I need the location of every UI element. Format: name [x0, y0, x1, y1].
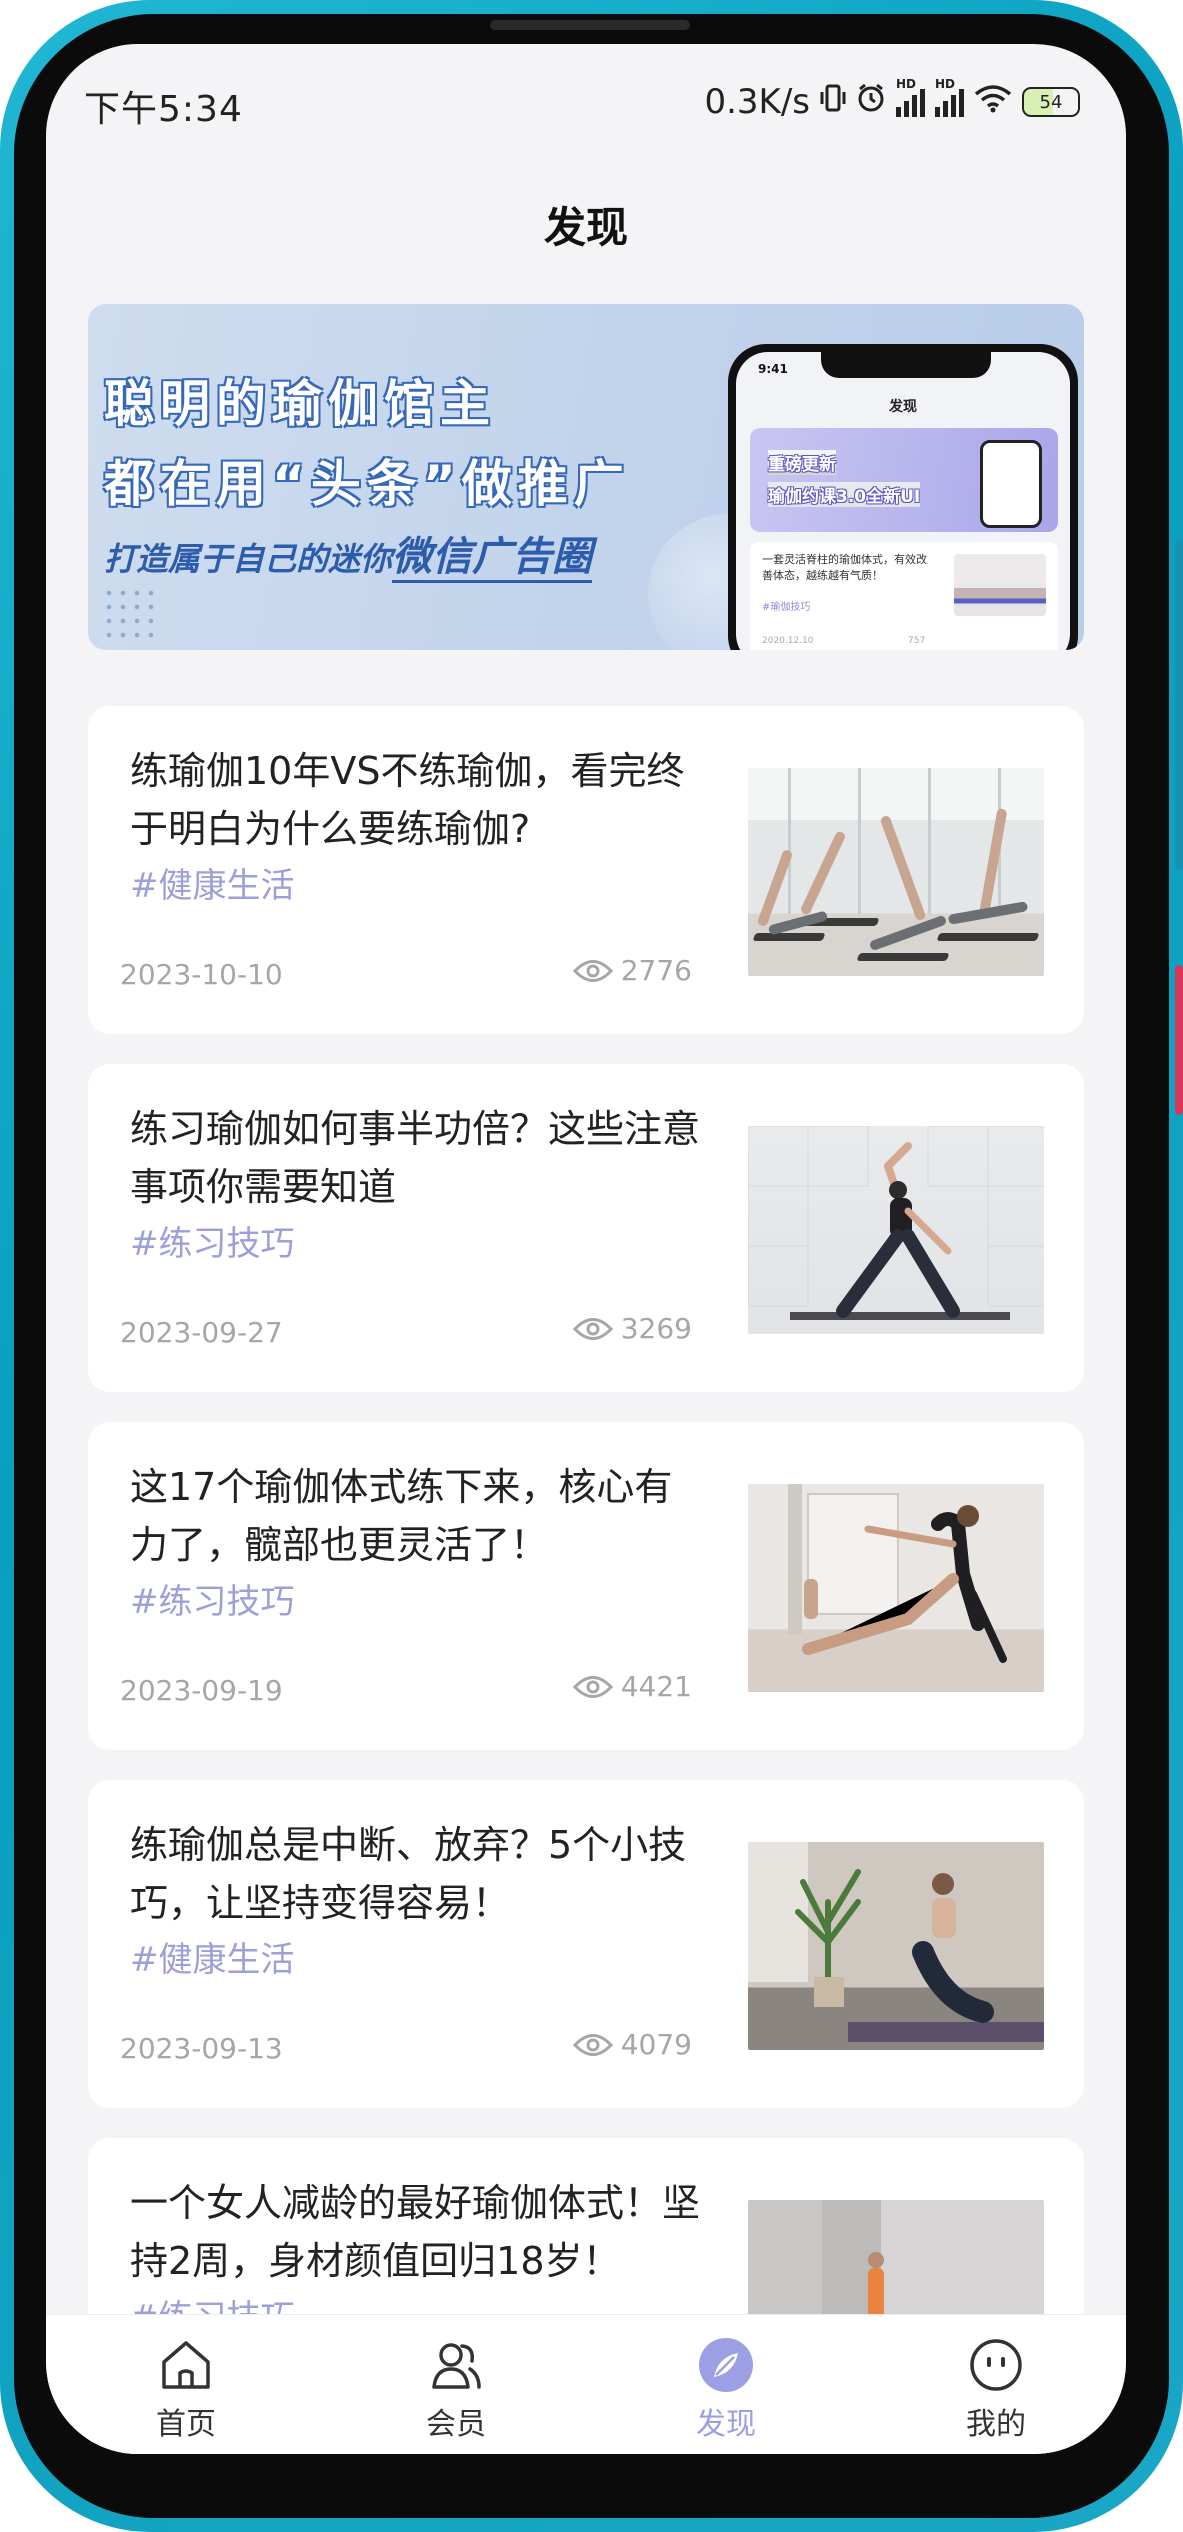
battery-icon: 54	[1022, 87, 1080, 117]
tab-discover[interactable]: 发现	[646, 2335, 806, 2443]
article-card[interactable]: 练瑜伽总是中断、放弃？5个小技巧，让坚持变得容易！ #健康生活 2023-09-…	[88, 1780, 1084, 2108]
profile-icon	[970, 2339, 1022, 2391]
mockup-notch	[821, 352, 991, 378]
volume-button	[1175, 540, 1183, 870]
tab-members[interactable]: 会员	[376, 2335, 536, 2443]
mockup-time: 9:41	[758, 362, 788, 376]
mockup-banner-phone	[980, 440, 1042, 528]
banner-subline: 打造属于自己的迷你微信广告圈	[104, 524, 593, 583]
page-title: 发现	[543, 203, 628, 252]
signal-hd-icon: HD	[896, 77, 925, 117]
tab-discover-label: 发现	[696, 2407, 756, 2442]
home-icon	[162, 2341, 210, 2389]
article-views: 4421	[572, 1670, 692, 1703]
status-icons: 0.3K/s HD HD 54	[704, 77, 1080, 122]
article-thumbnail	[748, 768, 1044, 976]
earpiece-speaker	[490, 20, 690, 30]
tab-home-label: 首页	[156, 2407, 216, 2442]
tab-members-label: 会员	[426, 2407, 486, 2442]
eye-icon	[572, 1317, 613, 1340]
article-date: 2023-09-19	[120, 1674, 283, 1707]
article-thumbnail	[748, 1842, 1044, 2050]
tab-home[interactable]: 首页	[106, 2335, 266, 2443]
article-tag[interactable]: #练习技巧	[130, 1574, 295, 1623]
mockup-banner-line2: 瑜伽约课3.0全新UI	[768, 482, 921, 507]
banner-dot-pattern	[102, 586, 162, 646]
article-views: 2776	[572, 954, 692, 987]
banner-subline-prefix: 打造属于自己的迷你	[104, 540, 393, 578]
mockup-screen: 9:41 发现 重磅更新 瑜伽约课3.0全新UI 一套灵活脊柱的瑜伽体式，有效改…	[736, 352, 1070, 650]
vibrate-icon	[820, 82, 846, 122]
mockup-title: 发现	[889, 399, 917, 415]
view-count: 2776	[620, 954, 692, 987]
mockup-card-image	[954, 554, 1046, 616]
view-count: 3269	[620, 1312, 692, 1345]
eye-icon	[572, 1675, 613, 1698]
battery-level: 54	[1039, 91, 1063, 113]
article-date: 2023-10-10	[120, 958, 283, 991]
mockup-article-card: 一套灵活脊柱的瑜伽体式，有效改善体态，越练越有气质！ #瑜伽技巧 2020.12…	[750, 542, 1058, 650]
mockup-card-text: 一套灵活脊柱的瑜伽体式，有效改善体态，越练越有气质！	[762, 553, 927, 582]
mockup-banner-line1: 重磅更新	[768, 450, 836, 475]
bottom-tab-bar: 首页 会员 发现 我的	[46, 2314, 1126, 2454]
view-count: 4421	[620, 1670, 692, 1703]
banner-headline-1: 聪明的瑜伽馆主	[104, 375, 496, 433]
signal-hd-icon: HD	[935, 77, 964, 117]
mockup-banner: 重磅更新 瑜伽约课3.0全新UI	[750, 428, 1058, 532]
banner-phone-mockup: 9:41 发现 重磅更新 瑜伽约课3.0全新UI 一套灵活脊柱的瑜伽体式，有效改…	[728, 344, 1078, 650]
status-bar: 下午5:34 0.3K/s HD HD 54	[46, 44, 1126, 159]
view-count: 4079	[620, 2028, 692, 2061]
banner-subline-emphasis: 微信广告圈	[392, 534, 593, 583]
mockup-card-tag: #瑜伽技巧	[762, 602, 811, 613]
mockup-card-date: 2020.12.10	[762, 636, 814, 646]
tab-profile-label: 我的	[966, 2407, 1026, 2442]
status-time: 下午5:34	[84, 89, 243, 130]
tab-profile[interactable]: 我的	[916, 2335, 1076, 2443]
mockup-card-views: 757	[908, 636, 926, 646]
alarm-icon	[856, 82, 886, 122]
article-title: 这17个瑜伽体式练下来，核心有力了，髋部也更灵活了！	[130, 1465, 673, 1567]
article-tag[interactable]: #健康生活	[130, 858, 295, 907]
app-screen: 下午5:34 0.3K/s HD HD 54 发现 聪明的瑜伽馆主 都在用“头条…	[46, 44, 1126, 2454]
promo-banner[interactable]: 聪明的瑜伽馆主 都在用“头条”做推广 打造属于自己的迷你微信广告圈 9:41 发…	[88, 304, 1084, 650]
article-title: 练瑜伽10年VS不练瑜伽，看完终于明白为什么要练瑜伽?	[130, 749, 685, 851]
article-thumbnail	[748, 1484, 1044, 1692]
article-thumbnail	[748, 1126, 1044, 1334]
article-date: 2023-09-27	[120, 1316, 283, 1349]
wifi-icon	[974, 82, 1012, 122]
article-title: 一个女人减龄的最好瑜伽体式！坚持2周，身材颜值回归18岁！	[130, 2181, 701, 2283]
members-icon	[432, 2343, 481, 2389]
network-speed: 0.3K/s	[704, 82, 810, 122]
article-card[interactable]: 这17个瑜伽体式练下来，核心有力了，髋部也更灵活了！ #练习技巧 2023-09…	[88, 1422, 1084, 1750]
article-title: 练习瑜伽如何事半功倍？这些注意事项你需要知道	[130, 1107, 701, 1209]
article-views: 4079	[572, 2028, 692, 2061]
eye-icon	[572, 2033, 613, 2056]
article-tag[interactable]: #练习技巧	[130, 1216, 295, 1265]
article-card[interactable]: 练习瑜伽如何事半功倍？这些注意事项你需要知道 #练习技巧 2023-09-27 …	[88, 1064, 1084, 1392]
power-button	[1175, 965, 1183, 1115]
banner-headline-2: 都在用“头条”做推广	[104, 455, 630, 513]
discover-icon	[699, 2338, 753, 2392]
article-date: 2023-09-13	[120, 2032, 283, 2065]
eye-icon	[572, 959, 613, 982]
article-card[interactable]: 练瑜伽10年VS不练瑜伽，看完终于明白为什么要练瑜伽? #健康生活 2023-1…	[88, 706, 1084, 1034]
article-tag[interactable]: #健康生活	[130, 1932, 295, 1981]
article-views: 3269	[572, 1312, 692, 1345]
article-title: 练瑜伽总是中断、放弃？5个小技巧，让坚持变得容易！	[130, 1823, 687, 1925]
